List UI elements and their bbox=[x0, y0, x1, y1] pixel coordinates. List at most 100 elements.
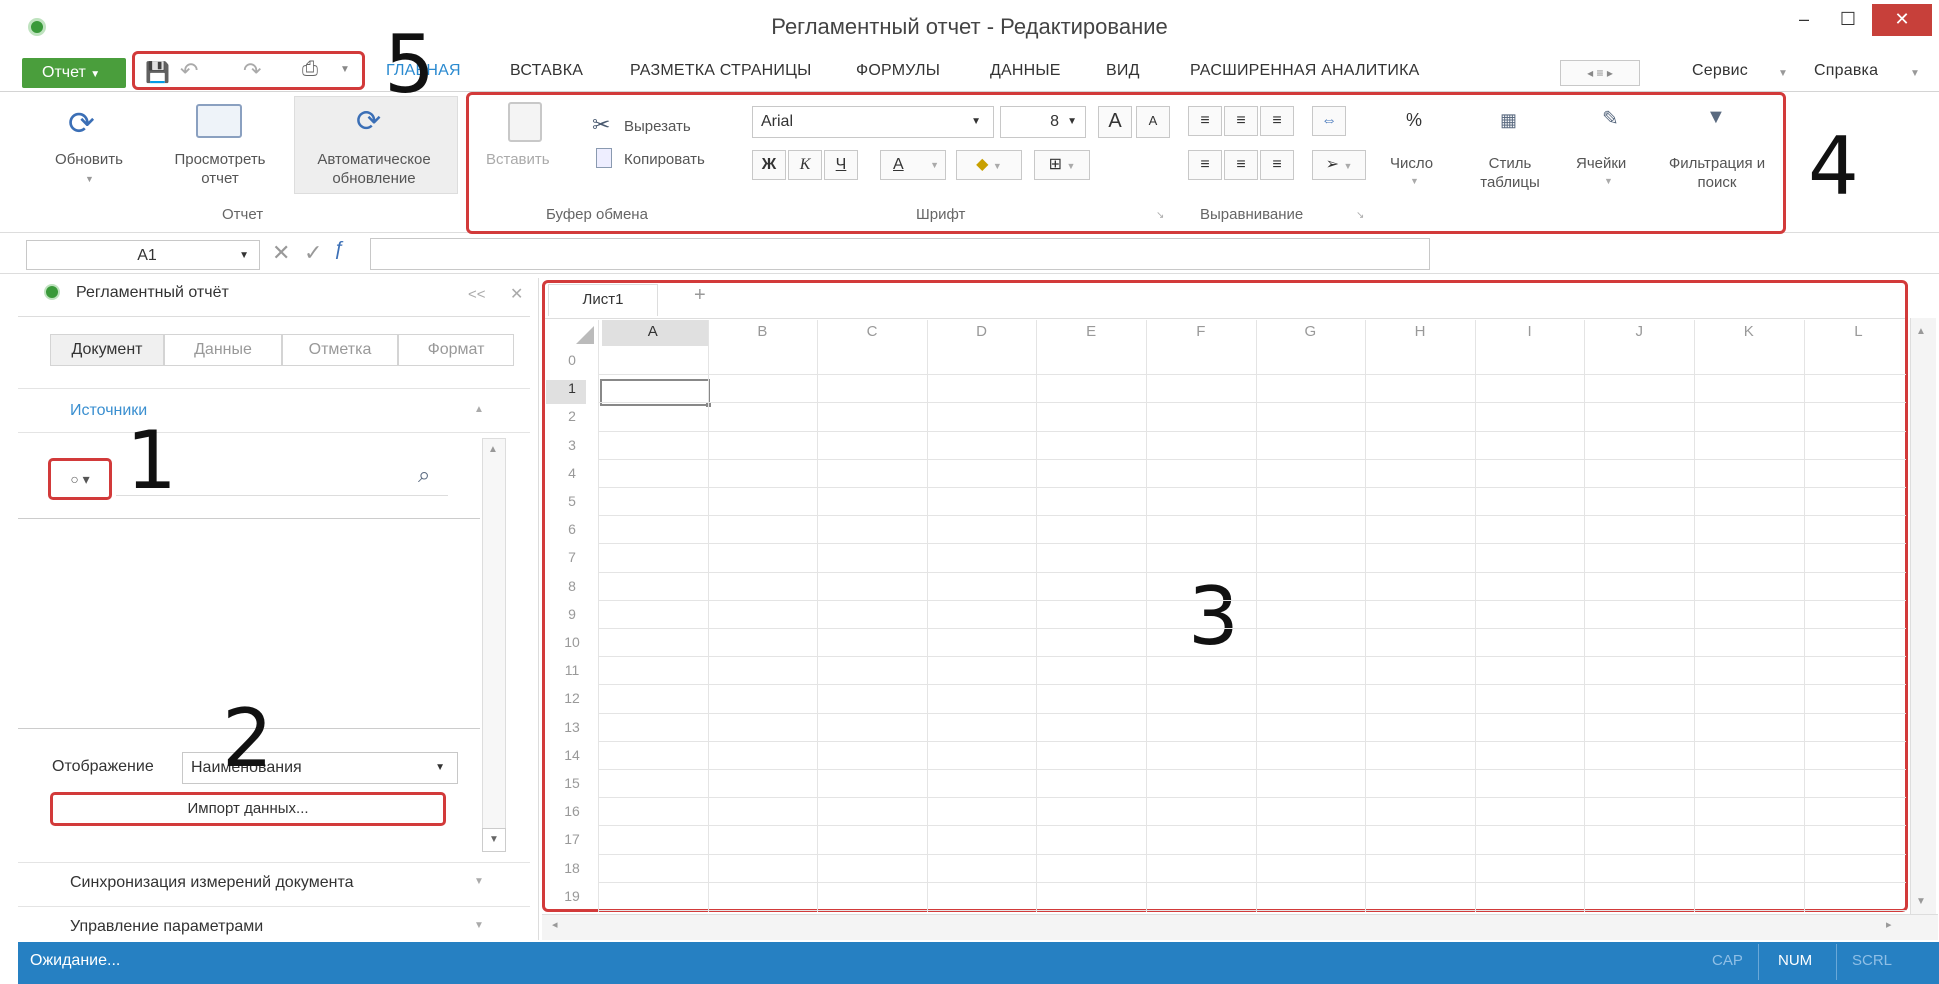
row-header[interactable]: 2 bbox=[542, 408, 602, 424]
row-header[interactable]: 9 bbox=[542, 606, 602, 622]
row-header[interactable]: 3 bbox=[542, 437, 602, 453]
panel-scrollbar[interactable] bbox=[482, 438, 506, 848]
menu-service[interactable]: Сервис bbox=[1692, 62, 1748, 80]
scroll-down-icon[interactable]: ▼ bbox=[482, 828, 506, 852]
row-header[interactable]: 14 bbox=[542, 747, 602, 763]
row-header[interactable]: 18 bbox=[542, 860, 602, 876]
align-center-button[interactable]: ≡ bbox=[1224, 150, 1258, 180]
tab-document[interactable]: Документ bbox=[50, 334, 164, 366]
filter-search-button[interactable]: Фильтрация и поиск bbox=[1664, 154, 1770, 192]
confirm-icon[interactable]: ✓ bbox=[304, 240, 322, 266]
chevron-up-icon[interactable]: ▲ bbox=[474, 404, 484, 415]
row-header[interactable]: 19 bbox=[542, 888, 602, 904]
tab-format[interactable]: Формат bbox=[398, 334, 514, 366]
tab-insert[interactable]: ВСТАВКА bbox=[510, 62, 583, 80]
table-style-button[interactable]: Стиль таблицы bbox=[1470, 154, 1550, 192]
row-header[interactable]: 7 bbox=[542, 549, 602, 565]
font-size-select[interactable]: 8 ▼ bbox=[1000, 106, 1086, 138]
merge-cells-button[interactable]: ⇔ bbox=[1312, 106, 1346, 136]
print-icon[interactable]: ⎙ bbox=[302, 58, 318, 81]
align-left-button[interactable]: ≡ bbox=[1188, 150, 1222, 180]
number-format-button[interactable]: Число bbox=[1390, 154, 1433, 173]
redo-icon[interactable]: ↷ bbox=[243, 58, 261, 84]
cell-reference-box[interactable]: A1 ▼ bbox=[26, 240, 260, 270]
function-icon[interactable]: ƒ bbox=[334, 238, 345, 261]
row-header[interactable]: 15 bbox=[542, 775, 602, 791]
row-header[interactable]: 10 bbox=[542, 634, 602, 650]
font-name-select[interactable]: Arial ▼ bbox=[752, 106, 994, 138]
params-section[interactable]: Управление параметрами bbox=[70, 918, 263, 936]
import-data-button[interactable]: Импорт данных... bbox=[50, 792, 446, 826]
paste-button[interactable]: Вставить bbox=[486, 150, 550, 169]
preview-report-button[interactable]: Просмотреть отчет bbox=[160, 150, 280, 188]
tab-formulas[interactable]: ФОРМУЛЫ bbox=[856, 62, 940, 80]
report-menu-button[interactable]: Отчет ▼ bbox=[22, 58, 126, 88]
cells-button[interactable]: Ячейки bbox=[1576, 154, 1626, 173]
tab-advanced-analytics[interactable]: РАСШИРЕННАЯ АНАЛИТИКА bbox=[1190, 62, 1419, 80]
refresh-button[interactable]: Обновить bbox=[44, 150, 134, 169]
column-header[interactable]: D bbox=[972, 323, 992, 340]
column-header[interactable]: C bbox=[862, 323, 882, 340]
save-icon[interactable]: 💾 bbox=[145, 60, 170, 85]
column-header[interactable]: J bbox=[1629, 323, 1649, 340]
formula-input[interactable] bbox=[370, 238, 1430, 270]
close-panel-button[interactable]: ✕ bbox=[510, 284, 523, 304]
column-header[interactable]: E bbox=[1081, 323, 1101, 340]
borders-button[interactable]: ⊞ ▼ bbox=[1034, 150, 1090, 180]
ribbon-scroll-buttons[interactable]: ◂ ≡ ▸ bbox=[1560, 60, 1640, 86]
row-header[interactable]: 11 bbox=[542, 662, 602, 678]
align-middle-button[interactable]: ≡ bbox=[1224, 106, 1258, 136]
row-header[interactable]: 5 bbox=[542, 493, 602, 509]
dialog-launcher-icon[interactable]: ↘ bbox=[1356, 210, 1364, 221]
scroll-up-icon[interactable]: ▲ bbox=[1916, 326, 1926, 337]
row-header[interactable]: 13 bbox=[542, 719, 602, 735]
tab-mark[interactable]: Отметка bbox=[282, 334, 398, 366]
close-button[interactable]: ✕ bbox=[1872, 4, 1932, 36]
tab-data-panel[interactable]: Данные bbox=[164, 334, 282, 366]
column-header[interactable]: K bbox=[1739, 323, 1759, 340]
align-top-button[interactable]: ≡ bbox=[1188, 106, 1222, 136]
chevron-down-icon[interactable]: ▼ bbox=[474, 876, 484, 887]
sources-settings-button[interactable]: ○ ▾ bbox=[48, 458, 112, 500]
minimize-button[interactable]: – bbox=[1784, 4, 1824, 36]
align-right-button[interactable]: ≡ bbox=[1260, 150, 1294, 180]
italic-button[interactable]: К bbox=[788, 150, 822, 180]
row-header[interactable]: 17 bbox=[542, 831, 602, 847]
column-header[interactable]: G bbox=[1300, 323, 1320, 340]
collapse-panel-button[interactable]: << bbox=[468, 286, 486, 303]
column-header[interactable]: H bbox=[1410, 323, 1430, 340]
font-grow-button[interactable]: A bbox=[1098, 106, 1132, 138]
underline-button[interactable]: Ч bbox=[824, 150, 858, 180]
menu-help[interactable]: Справка bbox=[1814, 62, 1878, 80]
scroll-right-icon[interactable]: ▸ bbox=[1886, 918, 1892, 931]
column-header[interactable]: A bbox=[643, 323, 663, 340]
fill-color-button[interactable]: ◆ ▼ bbox=[956, 150, 1022, 180]
vertical-scrollbar[interactable] bbox=[1910, 318, 1936, 914]
tab-view[interactable]: ВИД bbox=[1106, 62, 1140, 80]
row-header[interactable]: 8 bbox=[542, 578, 602, 594]
column-header[interactable]: L bbox=[1848, 323, 1868, 340]
column-header[interactable]: I bbox=[1520, 323, 1540, 340]
row-header[interactable]: 12 bbox=[542, 690, 602, 706]
search-icon[interactable]: ⌕ bbox=[418, 462, 430, 488]
sync-dimensions-section[interactable]: Синхронизация измерений документа bbox=[70, 874, 353, 892]
align-bottom-button[interactable]: ≡ bbox=[1260, 106, 1294, 136]
bold-button[interactable]: Ж bbox=[752, 150, 786, 180]
font-color-button[interactable]: А ▼ bbox=[880, 150, 946, 180]
scroll-down-icon[interactable]: ▼ bbox=[1916, 896, 1926, 907]
tab-data[interactable]: ДАННЫЕ bbox=[990, 62, 1061, 80]
cut-button[interactable]: Вырезать bbox=[624, 117, 691, 136]
scroll-left-icon[interactable]: ◂ bbox=[552, 918, 558, 931]
chevron-down-icon[interactable]: ▼ bbox=[340, 64, 350, 75]
row-header[interactable]: 6 bbox=[542, 521, 602, 537]
column-header[interactable]: F bbox=[1191, 323, 1211, 340]
row-header[interactable]: 16 bbox=[542, 803, 602, 819]
undo-icon[interactable]: ↶ bbox=[180, 58, 198, 84]
tab-page-layout[interactable]: РАЗМЕТКА СТРАНИЦЫ bbox=[630, 62, 812, 80]
scroll-up-icon[interactable]: ▲ bbox=[488, 444, 498, 455]
row-header[interactable]: 4 bbox=[542, 465, 602, 481]
text-orientation-button[interactable]: ➢ ▼ bbox=[1312, 150, 1366, 180]
font-shrink-button[interactable]: A bbox=[1136, 106, 1170, 138]
row-header[interactable]: 1 bbox=[542, 380, 602, 396]
row-header[interactable]: 0 bbox=[542, 352, 602, 368]
